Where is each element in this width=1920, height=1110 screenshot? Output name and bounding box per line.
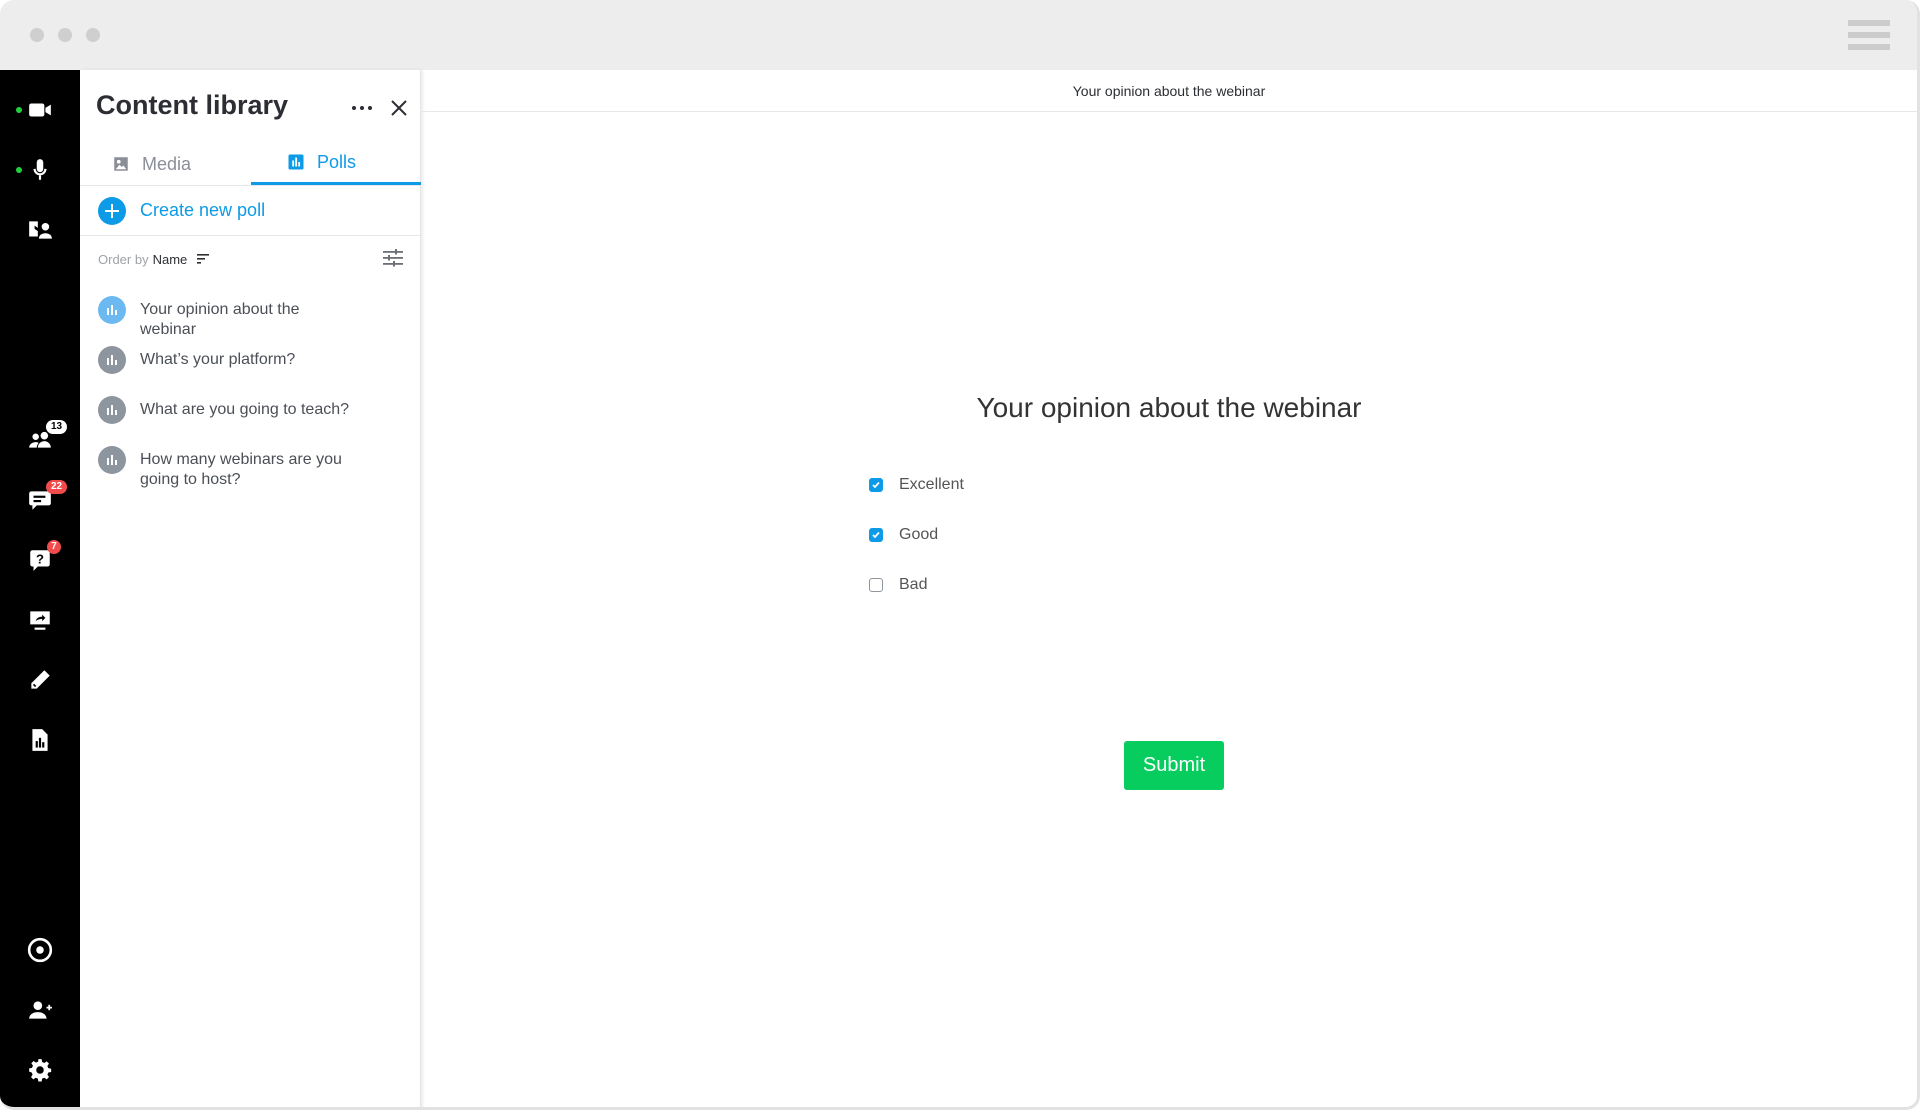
poll-list-item-label: How many webinars are you going to host?	[140, 451, 342, 488]
tab-polls-label: Polls	[317, 151, 357, 172]
record-button[interactable]	[0, 928, 80, 972]
close-icon	[391, 100, 407, 116]
invite-user-button[interactable]	[0, 988, 80, 1032]
hamburger-icon[interactable]	[1848, 20, 1890, 51]
app-window: 13 22 ? 7 Content library Media Polls Cr…	[0, 0, 1920, 1110]
poll-list-item[interactable]: Your opinion about the webinar	[80, 295, 420, 345]
gear-icon	[29, 1059, 52, 1082]
poll-list-item-label: What’s your platform?	[140, 351, 296, 368]
camera-live-indicator	[16, 107, 22, 113]
settings-button[interactable]	[0, 1048, 80, 1092]
more-options-button[interactable]	[350, 98, 374, 118]
questions-unread-badge: 7	[47, 540, 61, 554]
icon-rail: 13 22 ? 7	[0, 70, 80, 1107]
poll-option-label: Excellent	[899, 476, 964, 493]
poll-title: Your opinion about the webinar	[976, 392, 1362, 423]
camera-toggle-button[interactable]	[0, 88, 80, 132]
tab-media-label: Media	[142, 153, 192, 174]
submit-button[interactable]: Submit	[1124, 741, 1224, 790]
screen-share-button[interactable]	[0, 598, 80, 642]
poll-option-label: Bad	[899, 576, 928, 593]
poll-chart-icon	[288, 154, 304, 170]
poll-option-good[interactable]: Good	[869, 526, 938, 544]
window-maximize-dot[interactable]	[86, 28, 100, 42]
poll-list-item[interactable]: How many webinars are you going to host?	[80, 445, 420, 515]
window-close-dot[interactable]	[30, 28, 44, 42]
filter-sliders-icon[interactable]	[382, 248, 404, 268]
poll-chart-icon	[98, 296, 126, 324]
microphone-toggle-button[interactable]	[0, 148, 80, 192]
polls-report-button[interactable]	[0, 718, 80, 762]
poll-form: Your opinion about the webinar Excellent…	[421, 112, 1917, 1107]
poll-list-item-label: What are you going to teach?	[140, 401, 350, 418]
video-camera-icon	[29, 103, 51, 117]
poll-option-bad[interactable]: Bad	[869, 576, 927, 594]
poll-option-excellent[interactable]: Excellent	[869, 476, 964, 494]
report-chart-icon	[32, 729, 48, 751]
sort-icon[interactable]	[197, 253, 211, 265]
microphone-live-indicator	[16, 167, 22, 173]
title-bar	[0, 0, 1917, 70]
poll-list-item[interactable]: What are you going to teach?	[80, 395, 420, 445]
microphone-icon	[33, 159, 47, 180]
check-icon	[872, 531, 880, 539]
checkbox-checked[interactable]	[869, 478, 883, 492]
checkbox-checked[interactable]	[869, 528, 883, 542]
chat-unread-badge: 22	[46, 480, 67, 494]
poll-chart-icon	[98, 396, 126, 424]
poll-list-item[interactable]: What’s your platform?	[80, 345, 420, 395]
screen-share-icon	[30, 611, 50, 630]
poll-option-label: Good	[899, 526, 939, 543]
check-icon	[872, 481, 880, 489]
order-by-prefix: Order by	[98, 251, 149, 267]
image-icon	[114, 157, 128, 171]
tab-polls[interactable]: Polls	[251, 142, 421, 185]
chat-button[interactable]: 22	[0, 478, 80, 522]
plus-circle-icon	[98, 196, 126, 225]
whiteboard-button[interactable]	[0, 658, 80, 702]
poll-list: Your opinion about the webinar What’s yo…	[80, 295, 420, 515]
more-dots-icon	[352, 106, 356, 110]
panel-title: Content library	[96, 90, 289, 120]
questions-button[interactable]: ? 7	[0, 538, 80, 582]
order-by-control: Order by Name	[98, 248, 404, 270]
attendees-count-badge: 13	[46, 420, 67, 434]
svg-text:?: ?	[36, 551, 44, 566]
record-icon	[27, 937, 53, 963]
order-by-value[interactable]: Name	[153, 252, 188, 267]
main-header-title: Your opinion about the webinar	[1072, 82, 1266, 99]
create-new-poll-button[interactable]: Create new poll	[80, 186, 420, 236]
poll-list-item-label: Your opinion about the webinar	[140, 301, 300, 338]
switch-presenter-icon	[29, 221, 52, 239]
presenter-switch-button[interactable]	[0, 208, 80, 252]
window-minimize-dot[interactable]	[58, 28, 72, 42]
tab-media[interactable]: Media	[112, 142, 191, 186]
main-header: Your opinion about the webinar	[421, 70, 1917, 112]
library-tabs: Media Polls	[80, 142, 421, 186]
poll-chart-icon	[98, 346, 126, 374]
create-new-poll-label: Create new poll	[140, 200, 266, 220]
poll-chart-icon	[98, 446, 126, 474]
content-library-panel: Content library Media Polls Create new p…	[80, 70, 421, 1107]
close-panel-button[interactable]	[387, 96, 411, 120]
pencil-icon	[31, 670, 50, 689]
checkbox-unchecked[interactable]	[869, 578, 883, 592]
add-user-icon	[29, 1001, 52, 1019]
attendees-button[interactable]: 13	[0, 418, 80, 462]
